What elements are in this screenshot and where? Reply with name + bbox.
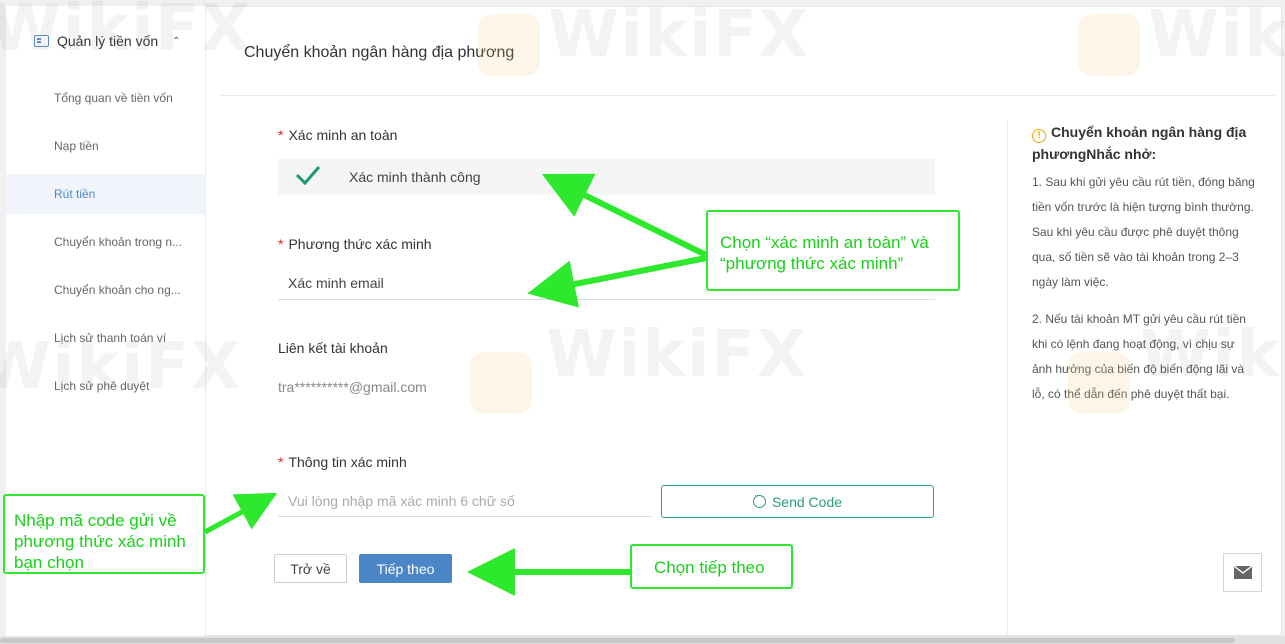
- linked-account-label: Liên kết tài khoản: [278, 340, 388, 356]
- verification-code-input[interactable]: [278, 485, 652, 517]
- verification-method-value: Xác minh email: [288, 275, 384, 291]
- chevron-up-icon: ⌃: [172, 35, 181, 47]
- back-button[interactable]: Trở về: [274, 554, 347, 583]
- required-mark: *: [278, 236, 284, 252]
- sidebar-item-transfer-to-user[interactable]: Chuyển khoản cho ng...: [6, 270, 205, 310]
- next-button[interactable]: Tiếp theo: [359, 554, 452, 583]
- divider: [220, 95, 1275, 96]
- method-label: * Phương thức xác minh: [278, 236, 432, 252]
- sidebar-item-fund-overview[interactable]: Tổng quan về tiền vốn: [6, 78, 205, 118]
- horizontal-scrollbar[interactable]: [0, 636, 1285, 644]
- sidebar-item-internal-transfer[interactable]: Chuyển khoản trong n...: [6, 222, 205, 262]
- required-mark: *: [278, 454, 284, 470]
- note-paragraph-2: 2. Nếu tài khoản MT gửi yêu cầu rút tiền…: [1032, 312, 1246, 401]
- security-label: * Xác minh an toàn: [278, 127, 398, 143]
- note-paragraph-1: 1. Sau khi gửi yêu cầu rút tiền, đóng bă…: [1032, 175, 1255, 289]
- send-code-button[interactable]: Send Code: [661, 485, 934, 518]
- verification-info-label: * Thông tin xác minh: [278, 454, 407, 470]
- sidebar-header-label: Quản lý tiền vốn: [57, 33, 159, 49]
- sidebar-item-deposit[interactable]: Nạp tiền: [6, 126, 205, 166]
- required-mark: *: [278, 127, 284, 143]
- linked-account-email: tra**********@gmail.com: [278, 379, 427, 395]
- chat-icon: [752, 490, 766, 508]
- scrollbar-thumb[interactable]: [0, 638, 1235, 643]
- sidebar-header-fund-management[interactable]: Quản lý tiền vốn ⌃: [34, 33, 181, 49]
- sidebar-item-wallet-history[interactable]: Lịch sử thanh toán ví: [6, 318, 205, 358]
- sidebar-item-approval-history[interactable]: Lịch sử phê duyệt: [6, 366, 205, 406]
- page-title: Chuyển khoản ngân hàng địa phương: [244, 44, 515, 61]
- checkmark-icon: [295, 166, 321, 186]
- mail-icon: [1233, 565, 1252, 579]
- verification-status-box: Xác minh thành công: [278, 159, 935, 195]
- annotation-enter-code: Nhập mã code gửi về phương thức xác minh…: [3, 494, 205, 574]
- note-title: ! Chuyển khoản ngân hàng địa phươngNhắc n…: [1032, 124, 1247, 162]
- send-code-label: Send Code: [771, 493, 843, 510]
- annotation-select-verification: Chọn “xác minh an toàn” và “phương thức …: [706, 210, 960, 291]
- verification-status-text: Xác minh thành công: [349, 169, 481, 185]
- info-warning-icon: !: [1032, 129, 1046, 143]
- annotation-choose-next: Chọn tiếp theo: [630, 544, 793, 589]
- message-button[interactable]: [1223, 553, 1262, 592]
- wallet-icon: [34, 35, 49, 47]
- vertical-divider: [1007, 120, 1008, 636]
- sidebar-item-withdraw[interactable]: Rút tiền: [6, 174, 205, 214]
